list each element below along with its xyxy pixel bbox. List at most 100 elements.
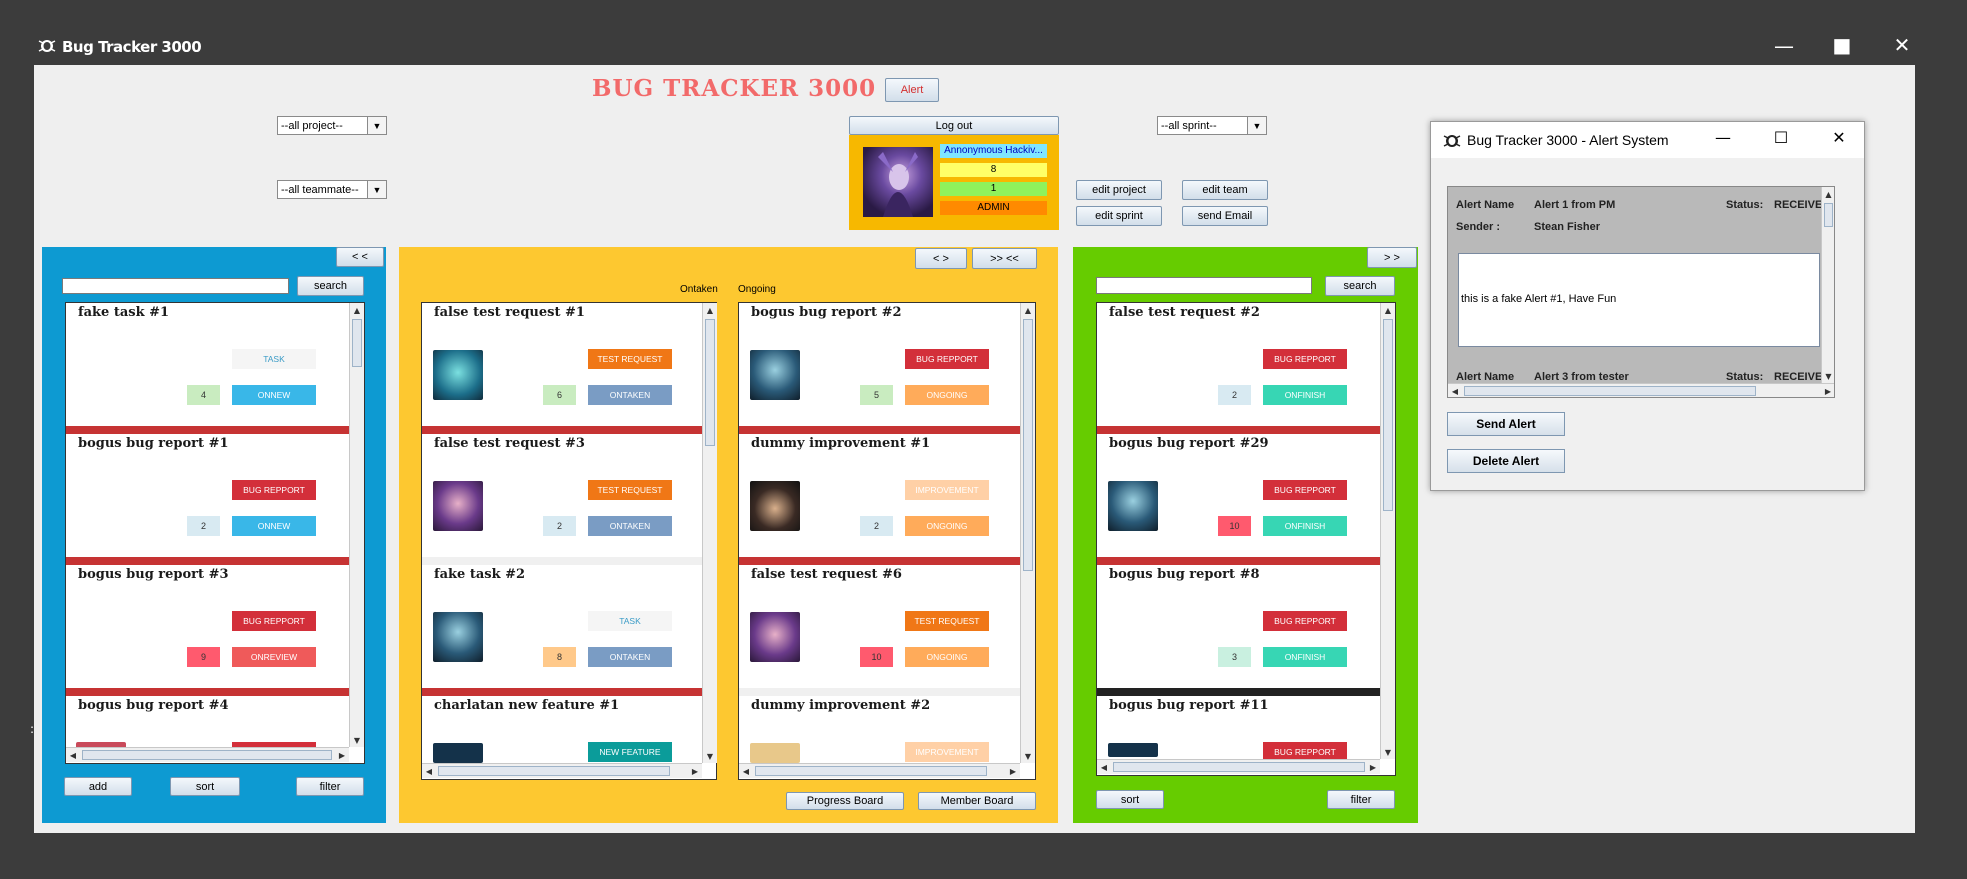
chevron-down-icon[interactable]: ▼ bbox=[1247, 117, 1266, 134]
list-item[interactable]: bogus bug report #1 BUG REPPORT 2 ONNEW bbox=[66, 434, 364, 565]
alert-window: Bug Tracker 3000 - Alert System — ☐ ✕ Al… bbox=[1430, 121, 1865, 491]
scroll-left-icon[interactable]: ◀ bbox=[422, 764, 436, 778]
scroll-thumb[interactable] bbox=[1383, 319, 1393, 511]
scroll-thumb[interactable] bbox=[1824, 203, 1833, 227]
edit-sprint-button[interactable]: edit sprint bbox=[1076, 206, 1162, 226]
scroll-thumb[interactable] bbox=[438, 766, 670, 776]
list-item[interactable]: bogus bug report #8 BUG REPPORT 3 ONFINI… bbox=[1097, 565, 1395, 696]
scroll-right-icon[interactable]: ▶ bbox=[688, 764, 702, 778]
scroll-up-icon[interactable]: ▲ bbox=[1021, 303, 1035, 317]
alert-minimize-button[interactable]: — bbox=[1711, 128, 1735, 147]
ongoing-vscroll[interactable]: ▲ ▼ bbox=[1020, 303, 1035, 763]
scroll-right-icon[interactable]: ▶ bbox=[1366, 760, 1380, 774]
scroll-thumb[interactable] bbox=[82, 750, 332, 760]
scroll-left-icon[interactable]: ◀ bbox=[1097, 760, 1111, 774]
backlog-search-button[interactable]: search bbox=[297, 276, 364, 296]
window-title-bar: Bug Tracker 3000 — ■ ✕ bbox=[0, 0, 1967, 65]
status-badge: ONTAKEN bbox=[588, 647, 672, 667]
card-title: bogus bug report #1 bbox=[78, 436, 229, 451]
scroll-left-icon[interactable]: ◀ bbox=[66, 748, 80, 762]
teammate-filter[interactable]: --all teammate-- ▼ bbox=[277, 180, 387, 199]
avatar bbox=[1108, 481, 1158, 531]
scroll-right-icon[interactable]: ▶ bbox=[1821, 384, 1834, 397]
scroll-up-icon[interactable]: ▲ bbox=[1381, 303, 1395, 317]
backlog-hscroll[interactable]: ◀ ▶ bbox=[66, 747, 349, 762]
scroll-thumb[interactable] bbox=[755, 766, 987, 776]
list-item[interactable]: bogus bug report #2 BUG REPPORT 5 ONGOIN… bbox=[739, 303, 1035, 434]
scroll-down-icon[interactable]: ▼ bbox=[1822, 369, 1834, 383]
ongoing-hscroll[interactable]: ◀ ▶ bbox=[739, 763, 1020, 778]
scroll-down-icon[interactable]: ▼ bbox=[1381, 745, 1395, 759]
list-item[interactable]: fake task #2 TASK 8 ONTAKEN bbox=[422, 565, 716, 696]
backlog-search-input[interactable] bbox=[62, 278, 289, 294]
done-sort-button[interactable]: sort bbox=[1096, 790, 1164, 809]
alert-vscroll[interactable]: ▲ ▼ bbox=[1821, 187, 1834, 383]
backlog-filter-button[interactable]: filter bbox=[296, 777, 364, 796]
progress-board-button[interactable]: Progress Board bbox=[786, 792, 904, 810]
close-button[interactable]: ✕ bbox=[1882, 35, 1922, 55]
alert-button[interactable]: Alert bbox=[885, 78, 939, 102]
backlog-sort-button[interactable]: sort bbox=[170, 777, 240, 796]
edit-project-button[interactable]: edit project bbox=[1076, 180, 1162, 200]
scroll-right-icon[interactable]: ▶ bbox=[335, 748, 349, 762]
collapse-backlog-button[interactable]: < < bbox=[336, 247, 384, 267]
maximize-button[interactable]: ■ bbox=[1822, 35, 1862, 55]
list-item[interactable]: false test request #2 BUG REPPORT 2 ONFI… bbox=[1097, 303, 1395, 434]
project-filter[interactable]: --all project-- ▼ bbox=[277, 116, 387, 135]
scroll-right-icon[interactable]: ▶ bbox=[1006, 764, 1020, 778]
scroll-left-icon[interactable]: ◀ bbox=[739, 764, 753, 778]
scroll-left-icon[interactable]: ◀ bbox=[1448, 384, 1462, 397]
sprint-filter[interactable]: --all sprint-- ▼ bbox=[1157, 116, 1267, 135]
backlog-vscroll[interactable]: ▲ ▼ bbox=[349, 303, 364, 747]
list-item[interactable]: false test request #6 TEST REQUEST 10 ON… bbox=[739, 565, 1035, 696]
done-search-button[interactable]: search bbox=[1325, 276, 1395, 296]
sort-label: sort bbox=[195, 780, 215, 793]
alert-maximize-button[interactable]: ☐ bbox=[1769, 128, 1793, 147]
list-item[interactable]: fake task #1 TASK 4 ONNEW bbox=[66, 303, 364, 434]
toggle-progress-button[interactable]: < > bbox=[915, 248, 967, 269]
done-filter-button[interactable]: filter bbox=[1327, 790, 1395, 809]
expand-done-button[interactable]: > > bbox=[1367, 247, 1417, 268]
scroll-thumb[interactable] bbox=[1113, 762, 1365, 772]
done-vscroll[interactable]: ▲ ▼ bbox=[1380, 303, 1395, 759]
logout-label: Log out bbox=[935, 119, 973, 132]
priority-badge: 2 bbox=[1218, 385, 1251, 405]
scroll-thumb[interactable] bbox=[1023, 319, 1033, 571]
done-search-input[interactable] bbox=[1096, 277, 1312, 294]
logout-button[interactable]: Log out bbox=[849, 116, 1059, 135]
expand-progress-button[interactable]: >> << bbox=[972, 248, 1037, 269]
list-item[interactable]: bogus bug report #3 BUG REPPORT 9 ONREVI… bbox=[66, 565, 364, 696]
alert-message[interactable]: this is a fake Alert #1, Have Fun bbox=[1458, 253, 1820, 347]
edit-team-button[interactable]: edit team bbox=[1182, 180, 1268, 200]
member-board-button[interactable]: Member Board bbox=[918, 792, 1036, 810]
chevron-down-icon[interactable]: ▼ bbox=[367, 181, 386, 198]
scroll-up-icon[interactable]: ▲ bbox=[703, 303, 717, 317]
expand-label: >> << bbox=[990, 252, 1019, 265]
scroll-thumb[interactable] bbox=[705, 319, 715, 446]
scroll-down-icon[interactable]: ▼ bbox=[703, 749, 717, 763]
priority-badge: 4 bbox=[187, 385, 220, 405]
ontaken-vscroll[interactable]: ▲ ▼ bbox=[702, 303, 717, 763]
chevron-down-icon[interactable]: ▼ bbox=[367, 117, 386, 134]
priority-badge: 2 bbox=[543, 516, 576, 536]
add-button[interactable]: add bbox=[64, 777, 132, 796]
scroll-up-icon[interactable]: ▲ bbox=[350, 303, 364, 317]
scroll-down-icon[interactable]: ▼ bbox=[350, 733, 364, 747]
scroll-down-icon[interactable]: ▼ bbox=[1021, 749, 1035, 763]
send-alert-button[interactable]: Send Alert bbox=[1447, 412, 1565, 436]
list-item[interactable]: false test request #1 TEST REQUEST 6 ONT… bbox=[422, 303, 716, 434]
alert-close-button[interactable]: ✕ bbox=[1827, 128, 1851, 147]
done-hscroll[interactable]: ◀ ▶ bbox=[1097, 759, 1380, 774]
type-tag: BUG REPPORT bbox=[232, 611, 316, 631]
alert-hscroll[interactable]: ◀ ▶ bbox=[1448, 383, 1834, 397]
scroll-thumb[interactable] bbox=[1464, 386, 1756, 396]
scroll-thumb[interactable] bbox=[352, 319, 362, 367]
list-item[interactable]: false test request #3 TEST REQUEST 2 ONT… bbox=[422, 434, 716, 565]
list-item[interactable]: dummy improvement #1 IMPROVEMENT 2 ONGOI… bbox=[739, 434, 1035, 565]
delete-alert-button[interactable]: Delete Alert bbox=[1447, 449, 1565, 473]
list-item[interactable]: bogus bug report #29 BUG REPPORT 10 ONFI… bbox=[1097, 434, 1395, 565]
ontaken-hscroll[interactable]: ◀ ▶ bbox=[422, 763, 702, 778]
send-email-button[interactable]: send Email bbox=[1182, 206, 1268, 226]
scroll-up-icon[interactable]: ▲ bbox=[1822, 187, 1834, 201]
minimize-button[interactable]: — bbox=[1764, 36, 1804, 56]
